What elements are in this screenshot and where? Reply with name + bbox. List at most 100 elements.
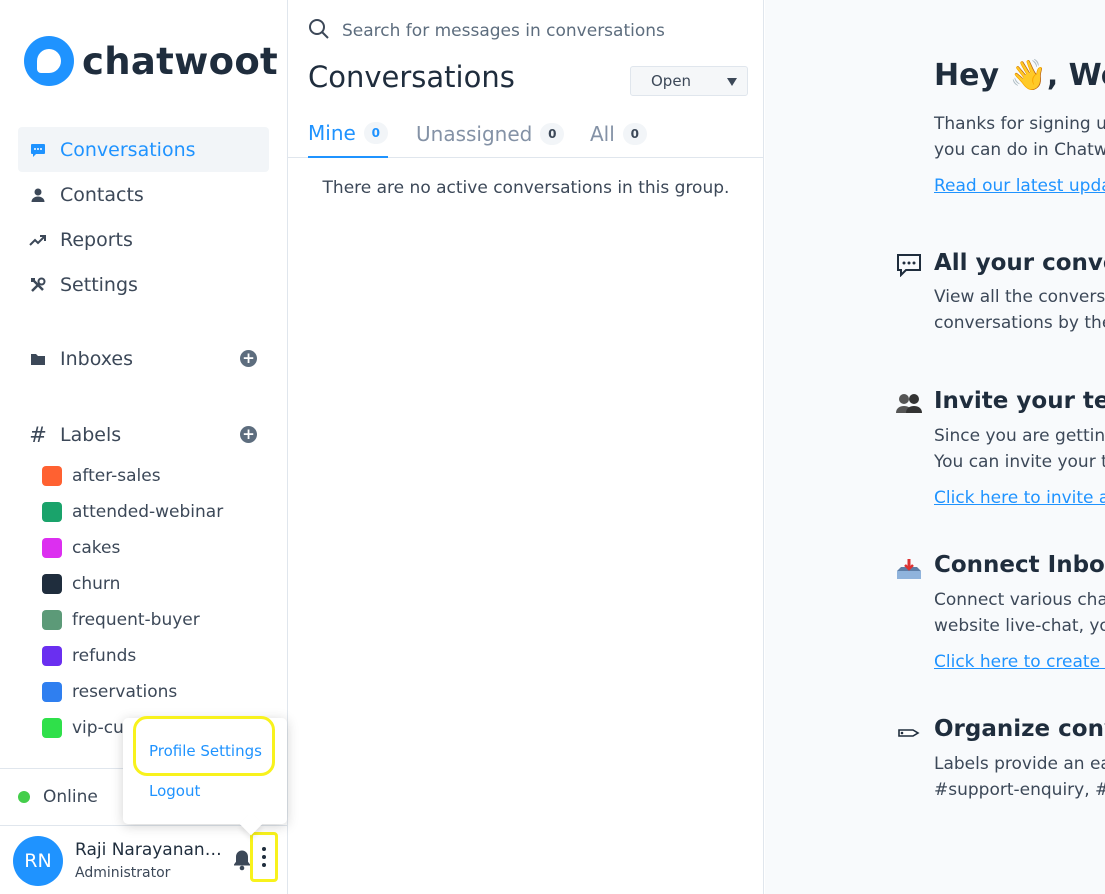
count-badge: 0 <box>540 123 565 145</box>
more-options-icon[interactable] <box>250 832 278 882</box>
search-input[interactable]: Search for messages in conversations <box>342 21 665 41</box>
search-icon <box>308 18 330 44</box>
label-name: cakes <box>72 538 121 558</box>
brand-logo[interactable]: chatwoot <box>24 36 278 86</box>
label-color-swatch <box>42 538 62 558</box>
conversation-list-panel: Search for messages in conversations Con… <box>288 0 764 894</box>
label-item[interactable]: reservations <box>42 674 272 710</box>
search-bar[interactable]: Search for messages in conversations <box>308 18 665 44</box>
inbox-tray-icon <box>896 556 922 582</box>
tools-icon <box>29 276 47 294</box>
page-title: Conversations <box>308 60 515 94</box>
labels-title: Labels <box>60 424 122 446</box>
create-inbox-link[interactable]: Click here to create a <box>934 652 1105 672</box>
tab-mine[interactable]: Mine 0 <box>308 110 388 158</box>
intro-text: Thanks for signing up <box>934 114 1105 134</box>
chat-dots-icon <box>896 252 922 278</box>
welcome-panel: Hey 👋, Wel Thanks for signing up you can… <box>765 0 1105 894</box>
section-text: conversations by the <box>934 313 1105 333</box>
nav-label: Contacts <box>60 183 144 206</box>
labels-section[interactable]: # Labels + <box>18 415 269 455</box>
section-text: Labels provide an ea <box>934 754 1105 774</box>
availability-label: Online <box>43 787 98 807</box>
nav-label: Reports <box>60 228 133 251</box>
current-user-profile: RN Raji Narayanan ... Administrator <box>0 827 287 894</box>
label-item[interactable]: after-sales <box>42 458 272 494</box>
inboxes-title: Inboxes <box>60 348 133 370</box>
nav-label: Settings <box>60 273 138 296</box>
team-icon <box>896 390 922 416</box>
inboxes-section[interactable]: Inboxes + <box>18 339 269 379</box>
status-filter-value: Open <box>651 72 692 90</box>
label-name: refunds <box>72 646 137 666</box>
section-text: #support-enquiry, # <box>934 780 1105 800</box>
label-item[interactable]: churn <box>42 566 272 602</box>
label-color-swatch <box>42 646 62 666</box>
label-name: reservations <box>72 682 178 702</box>
trending-up-icon <box>29 231 47 249</box>
nav-label: Conversations <box>60 138 196 161</box>
chevron-down-icon <box>727 78 737 86</box>
label-color-swatch <box>42 574 62 594</box>
user-role: Administrator <box>75 865 171 881</box>
label-color-swatch <box>42 610 62 630</box>
bell-icon[interactable] <box>233 849 251 871</box>
nav-item-conversations[interactable]: Conversations <box>18 127 269 172</box>
profile-settings-menu-item[interactable]: Profile Settings <box>149 742 262 760</box>
user-info: Raji Narayanan ... Administrator <box>75 840 225 881</box>
label-item[interactable]: refunds <box>42 638 272 674</box>
section-text: View all the conversa <box>934 287 1105 307</box>
count-badge: 0 <box>363 122 388 144</box>
nav-item-contacts[interactable]: Contacts <box>18 172 269 217</box>
section-text: Connect various cha <box>934 590 1105 610</box>
tab-all[interactable]: All 0 <box>590 110 647 158</box>
intro-text: you can do in Chatw <box>934 140 1105 160</box>
label-name: after-sales <box>72 466 161 486</box>
section-text: You can invite your t <box>934 452 1105 472</box>
user-name: Raji Narayanan ... <box>75 840 225 860</box>
label-color-swatch <box>42 682 62 702</box>
section-title: All your convers <box>934 250 1105 276</box>
tab-label: Unassigned <box>416 122 533 146</box>
nav-item-settings[interactable]: Settings <box>18 262 269 307</box>
label-name: churn <box>72 574 121 594</box>
chatwoot-logo-icon <box>24 36 74 86</box>
label-item[interactable]: attended-webinar <box>42 494 272 530</box>
section-text: website live-chat, yo <box>934 616 1105 636</box>
label-color-swatch <box>42 502 62 522</box>
profile-menu-popup: Profile Settings Logout <box>123 716 287 824</box>
label-color-swatch <box>42 466 62 486</box>
tab-label: All <box>590 122 615 146</box>
chat-bubble-icon <box>29 141 47 159</box>
add-label-button[interactable]: + <box>240 426 257 443</box>
welcome-heading: Hey 👋, Wel <box>934 58 1105 93</box>
section-title: Invite your team <box>934 388 1105 414</box>
section-title: Connect Inboxe <box>934 552 1105 578</box>
waving-hand-icon: 👋 <box>1009 58 1047 93</box>
brand-name: chatwoot <box>82 39 279 83</box>
label-item[interactable]: cakes <box>42 530 272 566</box>
latest-updates-link[interactable]: Read our latest upda <box>934 176 1105 196</box>
tab-label: Mine <box>308 121 356 145</box>
label-color-swatch <box>42 718 62 738</box>
tag-icon <box>896 720 922 746</box>
conversation-tabs: Mine 0 Unassigned 0 All 0 <box>288 110 764 158</box>
sidebar: chatwoot Conversations Contacts Reports … <box>0 0 288 894</box>
avatar[interactable]: RN <box>13 835 63 886</box>
section-title: Organize conve <box>934 716 1105 742</box>
invite-team-link[interactable]: Click here to invite a <box>934 488 1105 508</box>
person-icon <box>29 186 47 204</box>
greeting-suffix: , Wel <box>1046 58 1105 93</box>
empty-state-message: There are no active conversations in thi… <box>322 178 730 198</box>
status-filter-select[interactable]: Open <box>630 66 748 96</box>
label-name: frequent-buyer <box>72 610 200 630</box>
label-name: attended-webinar <box>72 502 224 522</box>
tab-unassigned[interactable]: Unassigned 0 <box>416 110 565 158</box>
label-name: vip-cu <box>72 718 124 738</box>
hash-icon: # <box>29 423 47 447</box>
label-item[interactable]: frequent-buyer <box>42 602 272 638</box>
nav-item-reports[interactable]: Reports <box>18 217 269 262</box>
logout-menu-item[interactable]: Logout <box>149 782 200 800</box>
add-inbox-button[interactable]: + <box>240 350 257 367</box>
greeting-prefix: Hey <box>934 58 1010 93</box>
